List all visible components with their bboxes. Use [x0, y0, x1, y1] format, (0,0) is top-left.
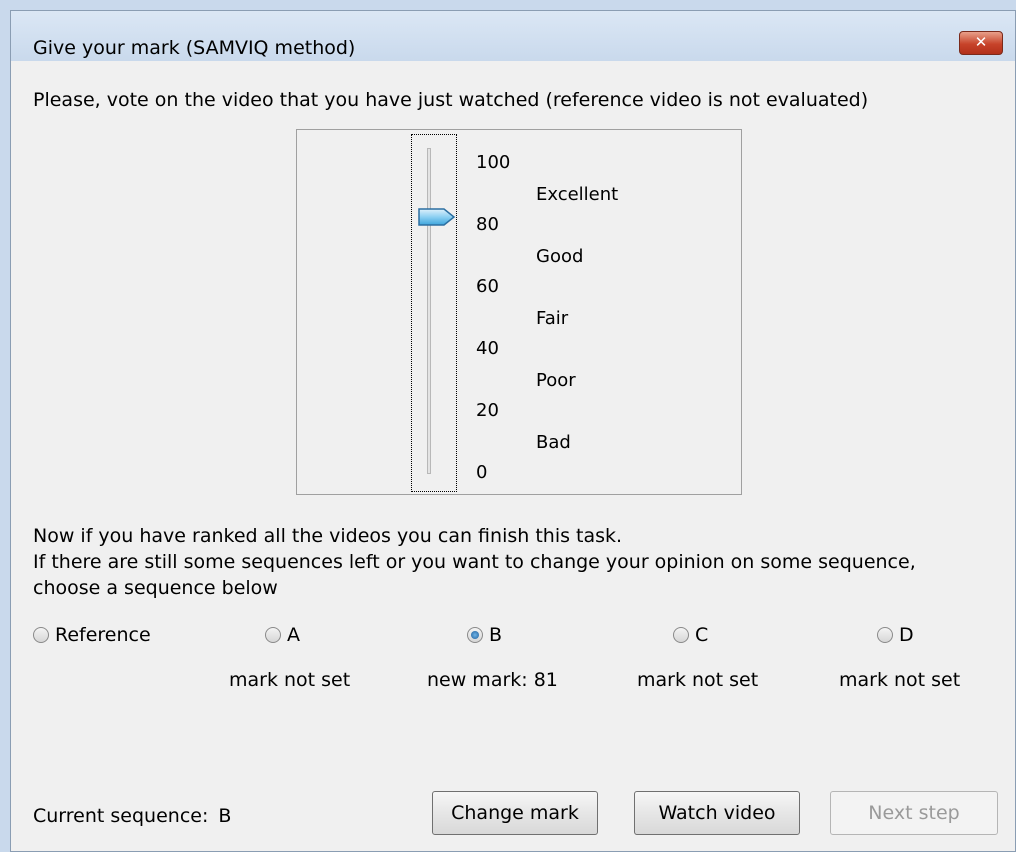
quality-label-bad: Bad	[536, 432, 571, 453]
tick-label-80: 80	[476, 214, 499, 235]
mark-status-b: new mark: 81	[427, 669, 558, 691]
current-sequence-value: B	[218, 805, 232, 827]
change-mark-button[interactable]: Change mark	[432, 791, 598, 835]
window-title: Give your mark (SAMVIQ method)	[33, 37, 356, 59]
slider-track[interactable]	[427, 148, 431, 474]
tick-label-20: 20	[476, 400, 499, 421]
next-step-button[interactable]: Next step	[830, 791, 998, 835]
radio-reference[interactable]: Reference	[33, 624, 151, 646]
dialog-window: Give your mark (SAMVIQ method) ✕ Please,…	[10, 10, 1016, 852]
radio-b-icon[interactable]	[467, 627, 483, 643]
radio-d[interactable]: D	[877, 624, 914, 646]
radio-reference-label: Reference	[55, 624, 151, 646]
quality-label-good: Good	[536, 246, 584, 267]
radio-b[interactable]: B	[467, 624, 502, 646]
radio-a[interactable]: A	[265, 624, 300, 646]
current-sequence-label: Current sequence:	[33, 805, 209, 827]
rating-panel: 100 80 60 40 20 0 Excellent Good Fair Po…	[296, 129, 742, 495]
close-button[interactable]: ✕	[959, 31, 1003, 55]
mark-status-a: mark not set	[229, 669, 351, 691]
quality-label-poor: Poor	[536, 370, 576, 391]
radio-a-label: A	[287, 624, 300, 646]
mark-status-c: mark not set	[637, 669, 759, 691]
current-sequence: Current sequence: B	[33, 805, 231, 827]
dialog-content: Please, vote on the video that you have …	[21, 61, 1015, 851]
tick-label-60: 60	[476, 276, 499, 297]
tick-label-0: 0	[476, 462, 488, 483]
change-message: If there are still some sequences left o…	[33, 551, 916, 573]
tick-label-100: 100	[476, 152, 511, 173]
quality-label-fair: Fair	[536, 308, 569, 329]
choose-message: choose a sequence below	[33, 577, 278, 599]
radio-c-icon[interactable]	[673, 627, 689, 643]
finish-message: Now if you have ranked all the videos yo…	[33, 525, 623, 547]
quality-label-excellent: Excellent	[536, 184, 619, 205]
close-icon: ✕	[974, 33, 988, 51]
slider-thumb[interactable]	[417, 207, 457, 227]
radio-c[interactable]: C	[673, 624, 708, 646]
mark-status-d: mark not set	[839, 669, 961, 691]
title-bar: Give your mark (SAMVIQ method) ✕	[11, 11, 1015, 61]
slider-focus-rect	[411, 134, 457, 492]
radio-a-icon[interactable]	[265, 627, 281, 643]
instruction-text: Please, vote on the video that you have …	[33, 89, 869, 111]
radio-d-label: D	[899, 624, 914, 646]
radio-c-label: C	[695, 624, 709, 646]
radio-b-label: B	[489, 624, 503, 646]
tick-label-40: 40	[476, 338, 499, 359]
radio-reference-icon[interactable]	[33, 627, 49, 643]
radio-d-icon[interactable]	[877, 627, 893, 643]
watch-video-button[interactable]: Watch video	[634, 791, 800, 835]
